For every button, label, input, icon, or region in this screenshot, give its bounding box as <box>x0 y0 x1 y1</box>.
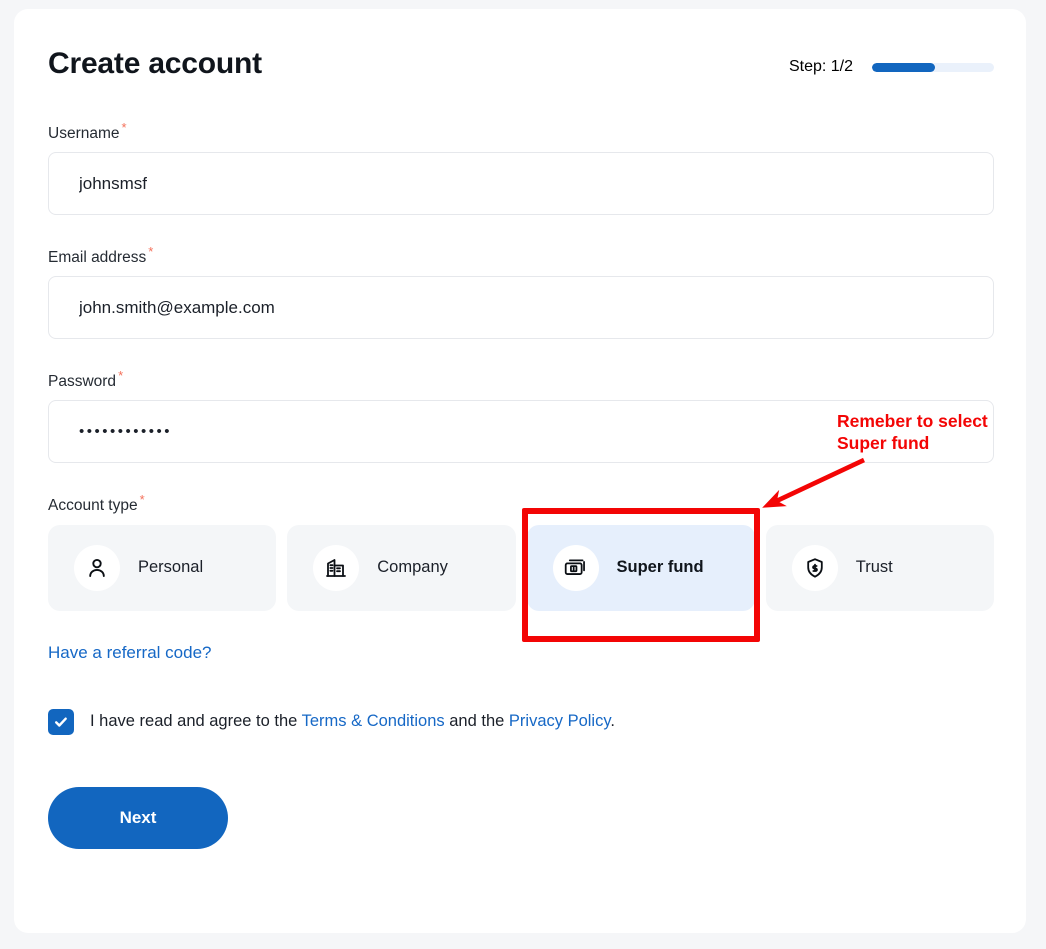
required-asterisk: * <box>139 492 145 508</box>
account-type-option-super-fund[interactable]: Super fund <box>526 524 755 611</box>
account-type-label-personal: Personal <box>138 558 204 577</box>
email-field-group: Email address * <box>48 244 994 340</box>
building-icon <box>313 544 360 591</box>
account-type-option-trust[interactable]: Trust <box>765 524 994 611</box>
shield-dollar-icon <box>791 544 838 591</box>
create-account-card: Create account Step: 1/2 Username* Em <box>14 9 1026 933</box>
username-label-text: Username <box>48 125 120 143</box>
terms-row: I have read and agree to the Terms & Con… <box>48 708 994 735</box>
signup-page: Create account Step: 1/2 Username* Em <box>0 0 1046 949</box>
account-type-label-super-fund: Super fund <box>616 558 704 577</box>
account-type-options: Personal Company Super fund Trust <box>48 524 994 611</box>
password-field-group: Password * <box>48 368 994 464</box>
terms-middle: and the <box>444 712 509 731</box>
email-label: Email address * <box>48 244 994 267</box>
account-type-label-text: Account type <box>48 497 138 515</box>
form-content: Create account Step: 1/2 Username* Em <box>48 47 994 849</box>
step-indicator: Step: 1/2 <box>789 58 994 76</box>
username-field-group: Username * <box>48 120 994 216</box>
next-button[interactable]: Next <box>48 786 228 849</box>
page-title: Create account <box>48 47 262 80</box>
person-icon <box>74 544 120 591</box>
required-asterisk: * <box>118 368 124 384</box>
email-label-text: Email address <box>48 249 147 267</box>
privacy-policy-link[interactable]: Privacy Policy <box>509 712 610 730</box>
account-type-label-trust: Trust <box>855 558 893 577</box>
terms-text: I have read and agree to the Terms & Con… <box>90 712 615 731</box>
account-type-option-personal[interactable]: Personal <box>48 524 277 611</box>
terms-checkbox[interactable] <box>48 708 74 735</box>
required-asterisk: * <box>121 120 127 135</box>
account-type-label: Account type * <box>48 492 994 515</box>
password-label-text: Password <box>48 373 117 391</box>
account-type-group: Account type * Personal Company Super fu… <box>48 492 994 611</box>
terms-suffix: . <box>610 712 615 731</box>
form-header: Create account Step: 1/2 <box>48 47 994 91</box>
step-label: Step: 1/2 <box>788 58 853 75</box>
username-input[interactable] <box>48 152 994 216</box>
terms-prefix: I have read and agree to the <box>90 712 302 731</box>
banknotes-icon <box>552 544 599 591</box>
username-label: Username * <box>48 120 994 143</box>
required-asterisk: * <box>148 244 154 260</box>
progress-bar <box>872 62 994 72</box>
terms-conditions-link[interactable]: Terms & Conditions <box>302 712 445 730</box>
referral-code-link[interactable]: Have a referral code? <box>48 643 211 663</box>
progress-bar-fill <box>872 62 936 72</box>
password-label: Password * <box>48 368 994 391</box>
account-type-label-company: Company <box>377 558 448 577</box>
password-input[interactable] <box>48 400 994 464</box>
email-input[interactable] <box>48 276 994 340</box>
account-type-option-company[interactable]: Company <box>287 524 516 611</box>
